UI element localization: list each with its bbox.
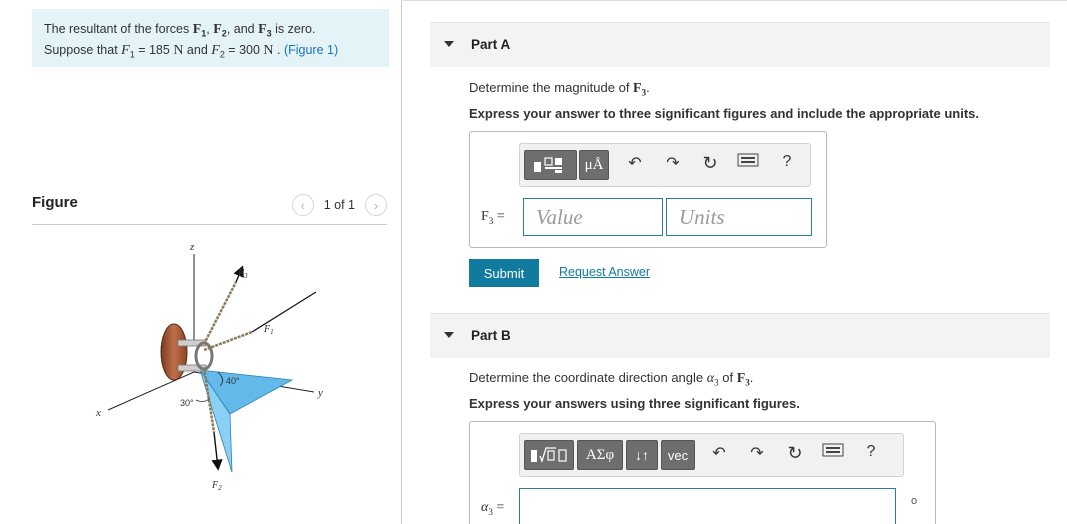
- units-input[interactable]: Units: [666, 198, 812, 236]
- help-icon[interactable]: ?: [860, 443, 882, 461]
- templates-icon: [533, 157, 562, 173]
- vector-button[interactable]: vec: [661, 440, 695, 470]
- alpha3-input[interactable]: [519, 488, 896, 524]
- figure-navigation: ‹ 1 of 1 ›: [291, 194, 387, 216]
- wall-plate: [160, 323, 188, 381]
- part-a-header[interactable]: Part A: [430, 22, 1050, 67]
- label-f1: F1: [263, 324, 274, 336]
- part-b-question: Determine the coordinate direction angle…: [469, 370, 754, 388]
- chevron-right-icon: ›: [373, 197, 379, 213]
- greek-symbols-button[interactable]: ΑΣφ: [577, 440, 623, 470]
- problem-line-1: The resultant of the forces F1, F2, and …: [44, 22, 316, 39]
- submit-button[interactable]: Submit: [469, 259, 539, 287]
- figure-page-count: 1 of 1: [323, 198, 355, 212]
- value-input[interactable]: Value: [523, 198, 663, 236]
- f1-line: [251, 291, 317, 333]
- top-divider: [403, 0, 1067, 1]
- part-a-question: Determine the magnitude of F3.: [469, 80, 650, 98]
- part-a-toolbar: μÅ ↶ ↷ ↻ ?: [519, 143, 811, 187]
- redo-icon[interactable]: ↷: [662, 153, 684, 173]
- force-diagram: z x y F3 F1 F2 40° 30°: [95, 241, 323, 492]
- keyboard-icon[interactable]: [822, 443, 844, 462]
- figure-title: Figure: [32, 194, 78, 211]
- label-angle-40: 40°: [226, 376, 240, 386]
- part-b-header[interactable]: Part B: [430, 313, 1050, 358]
- part-b-instruction: Express your answers using three signifi…: [469, 396, 800, 411]
- problem-statement: The resultant of the forces F1, F2, and …: [32, 9, 389, 67]
- alpha3-field-label: α3 =: [481, 500, 505, 517]
- label-f2: F2: [211, 480, 222, 492]
- next-figure-button[interactable]: ›: [365, 194, 387, 216]
- part-b-toolbar: ΑΣφ ↓↑ vec ↶ ↷ ↻ ?: [519, 433, 904, 477]
- reset-icon[interactable]: ↻: [784, 443, 806, 464]
- undo-icon[interactable]: ↶: [624, 153, 646, 173]
- templates-button[interactable]: [524, 150, 577, 180]
- reset-icon[interactable]: ↻: [699, 153, 721, 174]
- prev-figure-button[interactable]: ‹: [291, 194, 314, 216]
- part-a-instruction: Express your answer to three significant…: [469, 106, 979, 121]
- chevron-left-icon: ‹: [300, 197, 305, 213]
- label-f3: F3: [237, 268, 248, 280]
- caret-down-icon: [444, 41, 454, 47]
- part-b-title: Part B: [471, 328, 511, 343]
- degree-unit: o: [911, 495, 918, 507]
- part-a-answer-box: μÅ ↶ ↷ ↻ ? F3 = Value Units: [469, 131, 827, 248]
- redo-icon[interactable]: ↷: [746, 443, 768, 463]
- help-icon[interactable]: ?: [776, 153, 798, 171]
- label-angle-30: 30°: [180, 398, 194, 408]
- part-a-title: Part A: [471, 37, 511, 52]
- figure-link[interactable]: (Figure 1): [284, 43, 338, 57]
- label-x: x: [95, 407, 101, 419]
- label-y: y: [317, 387, 323, 399]
- part-b-answer-box: ΑΣφ ↓↑ vec ↶ ↷ ↻ ? α3 =: [469, 421, 936, 524]
- cable-f3: [202, 281, 238, 345]
- request-answer-link[interactable]: Request Answer: [559, 265, 650, 279]
- problem-line-2: Suppose that F1 = 185 N and F2 = 300 N .…: [44, 42, 339, 60]
- templates-icon: [531, 447, 567, 463]
- label-z: z: [189, 241, 195, 253]
- figure-header: Figure ‹ 1 of 1 ›: [32, 193, 387, 225]
- subscript-superscript-button[interactable]: ↓↑: [626, 440, 658, 470]
- keyboard-icon[interactable]: [737, 153, 759, 172]
- templates-button[interactable]: [524, 440, 574, 470]
- f3-field-label: F3 =: [481, 209, 505, 226]
- undo-icon[interactable]: ↶: [708, 443, 730, 463]
- f2-arrow: [211, 431, 223, 471]
- caret-down-icon: [444, 332, 454, 338]
- units-button[interactable]: μÅ: [579, 150, 609, 180]
- left-panel: The resultant of the forces F1, F2, and …: [0, 0, 402, 524]
